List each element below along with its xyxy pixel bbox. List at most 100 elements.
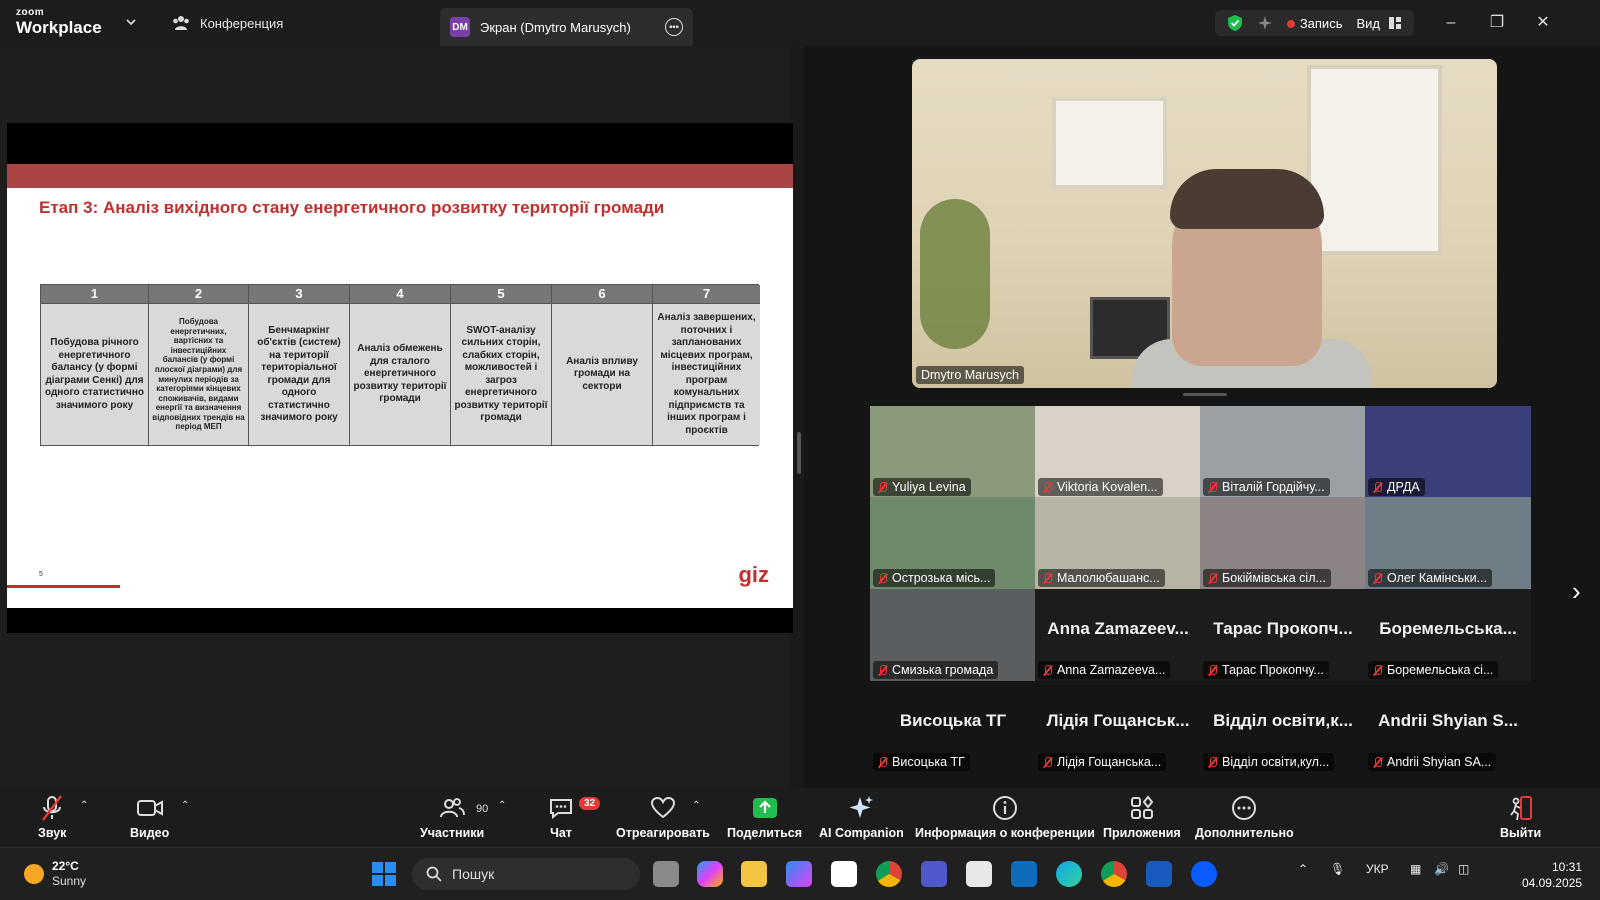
start-icon[interactable] (372, 862, 396, 886)
meeting-info-label: Информация о конференции (915, 826, 1095, 840)
ai-sparkle-icon (849, 796, 874, 818)
participant-tile[interactable]: Лідія Гощанськ... Лідія Гощанська... (1035, 681, 1201, 774)
participants-label: Участники (420, 826, 485, 840)
participant-tile[interactable]: Малолюбашанс... (1035, 497, 1201, 590)
next-page-icon[interactable]: › (1572, 578, 1594, 604)
chrome-profile-icon[interactable] (1101, 861, 1127, 887)
react-options-chevron-icon[interactable]: ⌃ (692, 800, 700, 811)
participant-tile[interactable]: Олег Камінськи... (1365, 497, 1531, 590)
clock-time: 10:31 (1551, 860, 1582, 874)
apps-icon (1130, 795, 1154, 819)
participant-tile[interactable]: Бокіймівська сіл... (1200, 497, 1366, 590)
record-button[interactable]: Запись (1286, 16, 1342, 31)
close-icon[interactable]: ✕ (1532, 12, 1554, 34)
active-speaker-video[interactable]: Dmytro Marusych (912, 59, 1497, 388)
apps-button[interactable]: Приложения (1103, 794, 1181, 840)
participant-tile[interactable]: Відділ освіти,к... Відділ освіти,кул... (1200, 681, 1366, 774)
chrome-icon[interactable] (876, 861, 902, 887)
participants-button[interactable]: Участники (420, 794, 484, 840)
audio-button[interactable]: Звук (38, 794, 66, 840)
shield-check-icon[interactable] (1227, 14, 1243, 32)
store-icon[interactable] (831, 861, 857, 887)
participant-name-tag: Лідія Гощанська... (1038, 753, 1167, 771)
stage-description: SWOT-аналізу сильних сторін, слабких сто… (451, 303, 552, 445)
participant-name-tag: Боремельська сі... (1368, 661, 1499, 679)
snipping-tool-icon[interactable] (966, 861, 992, 887)
mic-muted-icon (1042, 572, 1053, 584)
participant-name-tag: Малолюбашанс... (1038, 569, 1165, 587)
participant-tile[interactable]: Смизька громада (870, 589, 1036, 682)
resize-handle[interactable] (1183, 393, 1227, 396)
mic-muted-icon (1372, 481, 1383, 493)
wall-frame (1052, 97, 1167, 189)
taskbar-clock[interactable]: 10:31 04.09.2025 (1504, 859, 1582, 891)
participant-tile[interactable]: Острозька місь... (870, 497, 1036, 590)
word-icon[interactable] (1146, 861, 1172, 887)
participant-tile[interactable]: Висоцька ТГ Висоцька ТГ (870, 681, 1036, 774)
tab-screen-share[interactable]: DM Экран (Dmytro Marusych) ••• (440, 8, 693, 46)
tab-screen-label: Экран (Dmytro Marusych) (480, 19, 631, 35)
panel-splitter-handle[interactable] (797, 432, 801, 474)
stage-number: 5 (451, 285, 552, 303)
participant-tile[interactable]: Yuliya Levina (870, 406, 1036, 499)
participant-name: Тарас Прокопчу... (1222, 663, 1324, 677)
mic-muted-icon (1207, 572, 1218, 584)
view-button[interactable]: Вид (1356, 16, 1402, 31)
m365-copilot-icon[interactable] (786, 861, 812, 887)
outlook-icon[interactable] (1011, 861, 1037, 887)
input-language[interactable]: УКР (1366, 862, 1389, 876)
chevron-down-icon[interactable] (124, 15, 138, 29)
battery-icon[interactable]: ◫ (1458, 862, 1469, 876)
tab-conference[interactable]: Конференция (172, 10, 283, 36)
video-button[interactable]: Видео (130, 794, 169, 840)
chat-button[interactable]: Чат (548, 794, 574, 840)
video-options-chevron-icon[interactable]: ⌃ (181, 800, 189, 811)
record-dot-icon (1286, 19, 1295, 28)
participant-tile[interactable]: Тарас Прокопч... Тарас Прокопчу... (1200, 589, 1366, 682)
weather-temp: 22°C (52, 859, 79, 873)
participants-options-chevron-icon[interactable]: ⌃ (498, 800, 506, 811)
share-button[interactable]: Поделиться (727, 794, 802, 840)
participant-tile[interactable]: Viktoria Kovalen... (1035, 406, 1201, 499)
participant-display-name: Лідія Гощанськ... (1046, 711, 1190, 730)
tab-conference-label: Конференция (200, 15, 284, 31)
audio-options-chevron-icon[interactable]: ⌃ (80, 800, 88, 811)
taskbar-search[interactable]: Пошук (412, 858, 640, 890)
stage-number: 4 (350, 285, 451, 303)
leave-button[interactable]: Выйти (1500, 794, 1541, 840)
stage-number: 7 (653, 285, 760, 303)
participant-name-tag: Відділ освіти,кул... (1203, 753, 1335, 771)
sparkle-icon[interactable] (1257, 15, 1273, 31)
stage-description: Аналіз обмежень для сталого енергетичног… (350, 303, 451, 445)
more-options-icon[interactable]: ••• (665, 18, 683, 36)
participant-display-name: Відділ освіти,к... (1213, 711, 1353, 730)
tray-mic-icon[interactable]: 🎙 (1330, 862, 1345, 876)
file-explorer-icon[interactable] (741, 861, 767, 887)
more-button[interactable]: Дополнительно (1195, 794, 1294, 840)
ai-companion-button[interactable]: AI Companion (819, 794, 904, 840)
participants-icon (440, 798, 466, 818)
volume-icon[interactable]: 🔊 (1434, 862, 1449, 876)
weather-condition: Sunny (52, 874, 87, 888)
participant-tile[interactable]: Andrii Shyian S... Andrii Shyian SA... (1365, 681, 1531, 774)
task-view-icon[interactable] (653, 861, 679, 887)
audio-label: Звук (38, 826, 67, 840)
restore-icon[interactable]: ❐ (1486, 12, 1508, 34)
edge-icon[interactable] (1056, 861, 1082, 887)
copilot-icon[interactable] (697, 861, 723, 887)
teams-icon[interactable] (921, 861, 947, 887)
stage-number: 1 (41, 285, 149, 303)
mic-muted-icon (877, 481, 888, 493)
participant-tile[interactable]: Anna Zamazeev... Anna Zamazeeva... (1035, 589, 1201, 682)
participant-tile[interactable]: ДРДА (1365, 406, 1531, 499)
minimize-icon[interactable]: – (1440, 12, 1462, 34)
weather-widget[interactable]: 22°C Sunny (24, 859, 86, 889)
participant-tile[interactable]: Боремельська... Боремельська сі... (1365, 589, 1531, 682)
network-icon[interactable]: ▦ (1410, 862, 1421, 876)
chat-label: Чат (550, 826, 572, 840)
participant-tile[interactable]: Віталій Гордійчу... (1200, 406, 1366, 499)
meeting-info-button[interactable]: Информация о конференции (915, 794, 1095, 840)
zoom-app-icon[interactable] (1191, 861, 1217, 887)
slide-content: Етап 3: Аналіз вихідного стану енергетич… (7, 164, 793, 608)
tray-expand-chevron-icon[interactable]: ⌃ (1298, 862, 1308, 876)
